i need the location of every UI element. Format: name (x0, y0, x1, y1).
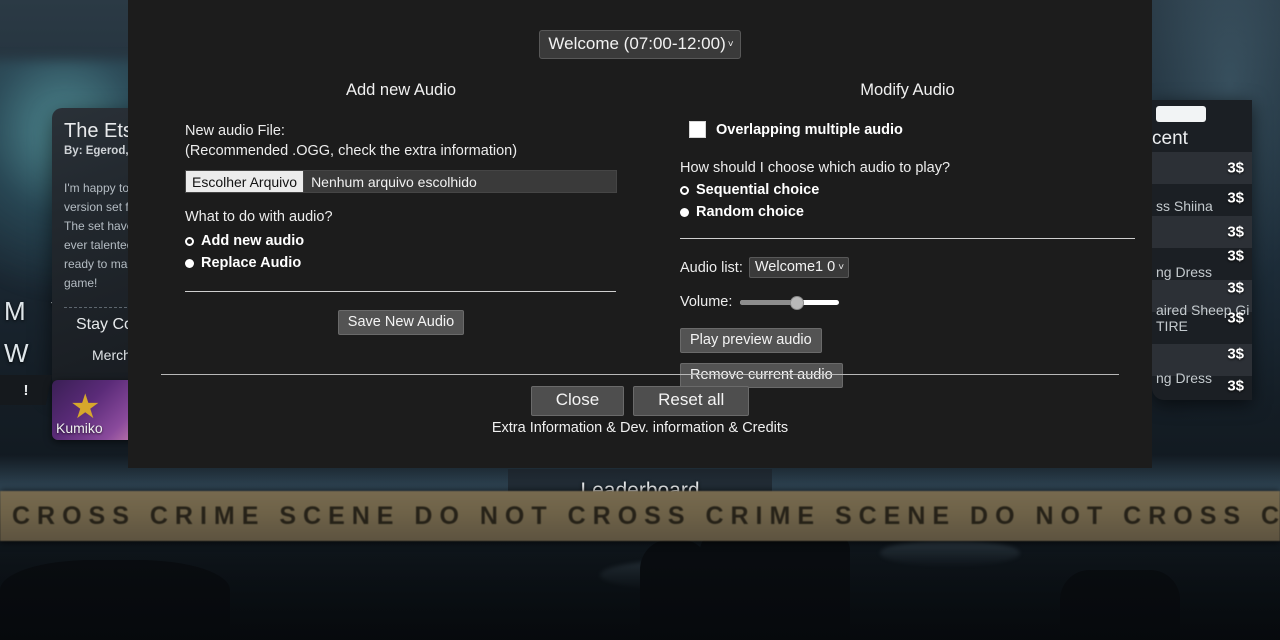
audio-file-input[interactable]: Escolher Arquivo Nenhum arquivo escolhid… (185, 170, 617, 193)
save-new-audio-button[interactable]: Save New Audio (337, 310, 465, 335)
shop-item-price: 3$ (1227, 377, 1244, 395)
dialog-header: Welcome (07:00-12:00) ˅ (128, 0, 1152, 59)
shop-item-price: 3$ (1227, 345, 1244, 363)
radio-add-new-audio-label: Add new audio (201, 233, 305, 249)
radio-random-choice-icon (680, 207, 689, 217)
audio-list-label: Audio list: (680, 259, 743, 276)
new-audio-file-label: New audio File: (185, 123, 285, 139)
overlapping-audio-checkbox-row[interactable]: Overlapping multiple audio (680, 121, 1135, 138)
radio-add-new-audio[interactable]: Add new audio (185, 233, 617, 249)
radio-random-choice-label: Random choice (696, 204, 804, 220)
choose-file-button[interactable]: Escolher Arquivo (186, 171, 305, 192)
dialog-footer-buttons: Close Reset all (530, 386, 750, 416)
overlapping-audio-label: Overlapping multiple audio (716, 121, 903, 138)
audio-list-select-value: Welcome1 0 (754, 259, 836, 275)
preset-select-label: Welcome (07:00-12:00) (548, 34, 726, 53)
shop-item-price: 3$ (1227, 189, 1244, 207)
audio-action-buttons: Play preview audio Remove current audio (680, 328, 1135, 388)
crime-scene-tape: CROSS CRIME SCENE DO NOT CROSS CRIME SCE… (0, 491, 1280, 541)
exclamation-icon: ! (23, 381, 29, 399)
alert-badge[interactable]: ! (0, 375, 52, 405)
chosen-file-name: Nenhum arquivo escolhido (311, 173, 477, 190)
shop-item-price: 3$ (1227, 309, 1244, 327)
volume-label: Volume: (680, 294, 733, 310)
radio-sequential-choice-label: Sequential choice (696, 182, 820, 198)
overlapping-audio-checkbox[interactable] (689, 121, 706, 138)
crime-scene-tape-text: CROSS CRIME SCENE DO NOT CROSS CRIME SCE… (12, 501, 1280, 530)
background-vignette (0, 530, 1280, 640)
close-button[interactable]: Close (530, 386, 625, 416)
shop-item-price: 3$ (1227, 223, 1244, 241)
chevron-down-icon: ˅ (838, 262, 845, 273)
volume-row: Volume: (680, 292, 1135, 312)
right-column-divider (680, 238, 1135, 239)
left-column-divider (185, 291, 616, 292)
audio-list-select[interactable]: Welcome1 0 ˅ (748, 257, 850, 278)
radio-replace-audio[interactable]: Replace Audio (185, 255, 617, 271)
dialog-footer-divider (161, 374, 1119, 375)
radio-random-choice[interactable]: Random choice (680, 204, 1135, 220)
radio-add-new-audio-icon (185, 236, 194, 246)
volume-slider-thumb[interactable] (789, 296, 804, 310)
volume-slider-fill (740, 299, 797, 305)
radio-sequential-choice-icon (680, 185, 689, 195)
chevron-down-icon: ˅ (727, 39, 734, 50)
preset-select[interactable]: Welcome (07:00-12:00) ˅ (539, 30, 741, 59)
audio-list-row: Audio list: Welcome1 0 ˅ (680, 257, 1135, 278)
choose-audio-question-label: How should I choose which audio to play? (680, 160, 951, 176)
dialog-columns: Add new Audio New audio File: (Recommend… (128, 81, 1152, 388)
shop-item-price: 3$ (1227, 279, 1244, 297)
radio-sequential-choice[interactable]: Sequential choice (680, 182, 1135, 198)
shop-item-price: 3$ (1227, 159, 1244, 177)
stream-thumbnail-label: Kumiko (56, 420, 103, 436)
modify-audio-section: Modify Audio Overlapping multiple audio … (655, 81, 1170, 388)
audio-settings-dialog: Welcome (07:00-12:00) ˅ Add new Audio Ne… (128, 0, 1152, 468)
add-new-audio-section: Add new Audio New audio File: (Recommend… (128, 81, 655, 388)
volume-slider[interactable] (740, 296, 840, 310)
add-new-audio-title: Add new Audio (345, 81, 457, 99)
shop-item-price: 3$ (1227, 247, 1244, 265)
modify-audio-title: Modify Audio (860, 81, 955, 99)
radio-replace-audio-icon (185, 258, 194, 268)
remove-current-audio-button[interactable]: Remove current audio (680, 363, 843, 388)
play-preview-audio-button[interactable]: Play preview audio (680, 328, 822, 353)
radio-replace-audio-label: Replace Audio (201, 255, 302, 271)
save-button-wrap: Save New Audio (185, 310, 617, 335)
new-audio-file-hint: (Recommended .OGG, check the extra infor… (185, 143, 518, 159)
reset-all-button[interactable]: Reset all (633, 386, 750, 416)
dialog-footer: Close Reset all Extra Information & Dev.… (128, 386, 1152, 436)
what-to-do-label: What to do with audio? (185, 209, 333, 225)
credits-link[interactable]: Extra Information & Dev. information & C… (492, 420, 788, 436)
